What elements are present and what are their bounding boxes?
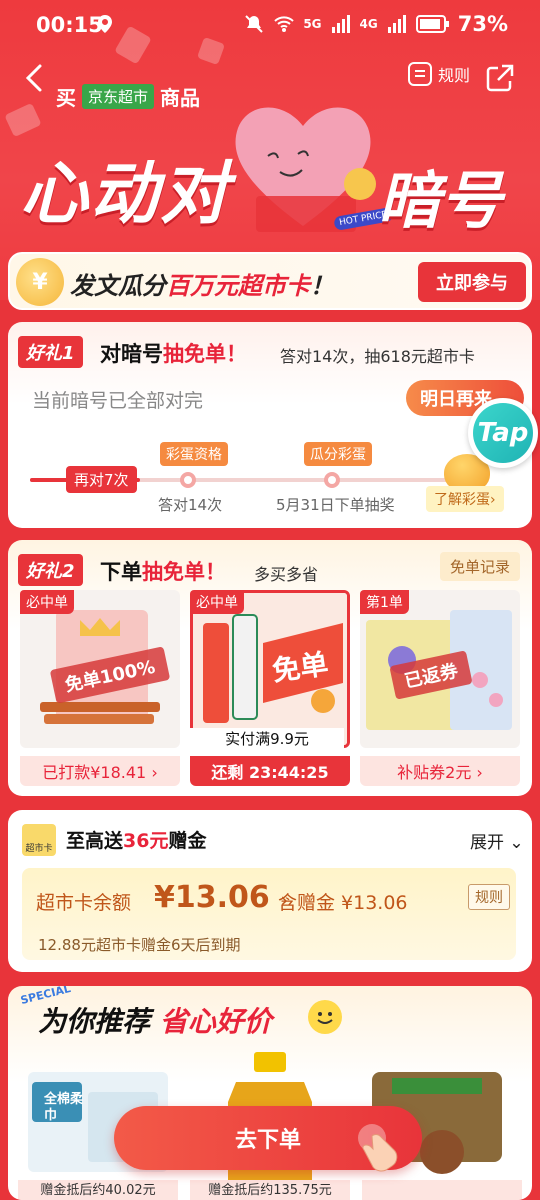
signal-4g-label: 4G — [359, 17, 378, 31]
jd-supermarket-badge: 京东超市 — [82, 84, 155, 109]
join-now-button[interactable]: 立即参与 — [418, 262, 526, 302]
page-subtitle: 买 京东超市 商品 — [56, 82, 200, 111]
mute-icon — [245, 15, 264, 33]
product-card[interactable]: 第1单 已返券 补贴券2元 › — [360, 590, 520, 786]
subsidy-voucher-status[interactable]: 补贴券2元 › — [360, 756, 520, 786]
product-card[interactable]: 必中单 免单 实付满9.9元 还剩 23:44:25 — [190, 590, 350, 786]
progress-node — [180, 472, 196, 488]
passcode-status: 当前暗号已全部对完 — [32, 390, 204, 412]
balance-amount: ¥13.06 — [154, 880, 270, 915]
back-arrow-icon[interactable] — [22, 62, 46, 94]
recommend-item-price — [362, 1180, 522, 1200]
bonus-amount: 36元 — [123, 830, 169, 852]
product-card[interactable]: 必中单 免单100% 已打款¥18.41 › — [20, 590, 180, 786]
chevron-down-icon: ⌄ — [509, 833, 524, 853]
rules-button[interactable]: 规则 — [408, 62, 470, 86]
gift2-tag: 好礼2 — [18, 554, 83, 586]
gift2-subtitle: 多买多省 — [254, 565, 319, 584]
recommend-item-price: 赠金抵后约135.75元 — [190, 1180, 350, 1200]
tap-floating-button[interactable]: Tap — [468, 398, 538, 468]
smiley-icon — [308, 1000, 342, 1034]
hero-title-left: 心动对 — [20, 155, 231, 234]
buy-prefix: 买 — [56, 86, 76, 110]
gift1-title-b: ！ — [226, 342, 247, 366]
bonus-title: 至高送36元赠金 — [66, 826, 206, 853]
gift1-title-a: 对暗号 — [100, 342, 163, 366]
gift2-title-a: 下单 — [100, 560, 142, 584]
product-tag: 必中单 — [20, 590, 74, 614]
signal-5g-label: 5G — [303, 17, 322, 31]
gift1-subtitle: 答对14次，抽618元超市卡 — [280, 347, 475, 366]
balance-label: 超市卡余额 — [36, 892, 132, 914]
recommend-item-price: 赠金抵后约40.02元 — [18, 1180, 178, 1200]
banner-headline: 发文瓜分百万元超市卡！ — [70, 266, 334, 301]
countdown-timer: 还剩 23:44:25 — [190, 756, 350, 786]
gift2-title-highlight: 抽免单 — [142, 560, 205, 584]
banner-text-a: 发文瓜分 — [70, 272, 166, 300]
status-bar: 00:15 5G 4G 73% — [0, 0, 540, 50]
location-icon — [98, 15, 112, 33]
bonus-expiry-note: 12.88元超市卡赠金6天后到期 — [38, 936, 241, 954]
product-tag: 必中单 — [190, 590, 244, 614]
recommend-title: 为你推荐 省心好价 — [38, 1000, 272, 1040]
gift1-card: 好礼1 对暗号抽免单！ 答对14次，抽618元超市卡 当前暗号已全部对完 明日再… — [8, 322, 532, 528]
gift2-title: 下单抽免单！ — [100, 556, 226, 586]
banner-text-b: ！ — [310, 272, 334, 300]
hero-title-right: 暗号 — [378, 164, 503, 237]
node1-label: 答对14次 — [158, 496, 223, 514]
rules-icon — [408, 62, 432, 86]
decor-square — [4, 102, 42, 138]
node2-label: 5月31日下单抽奖 — [276, 496, 395, 514]
rules-label: 规则 — [438, 66, 471, 85]
battery-icon — [415, 15, 449, 33]
battery-percent: 73% — [457, 12, 508, 36]
minimum-spend-note: 实付满9.9元 — [190, 728, 344, 749]
progress-remaining-pill: 再对7次 — [66, 466, 137, 493]
free-order-records-button[interactable]: 免单记录 — [440, 552, 521, 581]
egg-share-tag: 瓜分彩蛋 — [304, 442, 372, 466]
recommend-item-label: 全棉柔巾 — [44, 1092, 84, 1123]
paid-out-status[interactable]: 已打款¥18.41 › — [20, 756, 180, 786]
expand-label: 展开 — [470, 833, 504, 853]
gift1-tag: 好礼1 — [18, 336, 83, 368]
supermarket-card-icon: 超市卡 — [22, 824, 56, 856]
gift2-card: 好礼2 下单抽免单！ 多买多省 免单记录 必中单 免单100% 已打款¥18.4… — [8, 540, 532, 796]
recommend-title-highlight: 省心好价 — [159, 1005, 272, 1038]
share-icon[interactable] — [484, 62, 516, 94]
buy-suffix: 商品 — [160, 86, 201, 110]
banner-text-highlight: 百万元超市卡 — [166, 272, 310, 300]
gift1-title: 对暗号抽免单！ — [100, 338, 247, 368]
bonus-included: 含赠金 ¥13.06 — [278, 892, 408, 914]
progress-node — [324, 472, 340, 488]
egg-qualification-tag: 彩蛋资格 — [160, 442, 228, 466]
post-share-banner[interactable]: ¥ 发文瓜分百万元超市卡！ 立即参与 — [8, 252, 532, 310]
gift1-title-highlight: 抽免单 — [163, 342, 226, 366]
balance-value[interactable]: ¥13.06 › — [154, 880, 288, 915]
signal-icon — [387, 15, 406, 33]
gift2-title-b: ！ — [205, 560, 226, 584]
coin-icon: ¥ — [16, 258, 64, 306]
balance-box: 超市卡余额 ¥13.06 › 含赠金 ¥13.06 规则 12.88元超市卡赠金… — [22, 868, 516, 960]
bonus-title-a: 至高送 — [66, 830, 124, 852]
recommend-title-a: 为你推荐 — [38, 1005, 151, 1038]
clock: 00:15 — [36, 13, 103, 37]
signal-icon — [331, 15, 350, 33]
expand-toggle[interactable]: 展开 ⌄ — [470, 828, 524, 853]
tap-logo: Tap — [473, 403, 533, 463]
wifi-icon — [274, 16, 295, 32]
status-icons: 5G 4G 73% — [243, 12, 508, 36]
supermarket-card-panel: 超市卡 至高送36元赠金 展开 ⌄ 超市卡余额 ¥13.06 › 含赠金 ¥13… — [8, 810, 532, 972]
card-rules-button[interactable]: 规则 — [468, 884, 510, 910]
bonus-title-b: 赠金 — [168, 830, 207, 852]
learn-egg-link[interactable]: 了解彩蛋› — [426, 486, 504, 512]
product-tag: 第1单 — [360, 590, 409, 614]
pointing-hand-icon — [358, 1124, 398, 1172]
